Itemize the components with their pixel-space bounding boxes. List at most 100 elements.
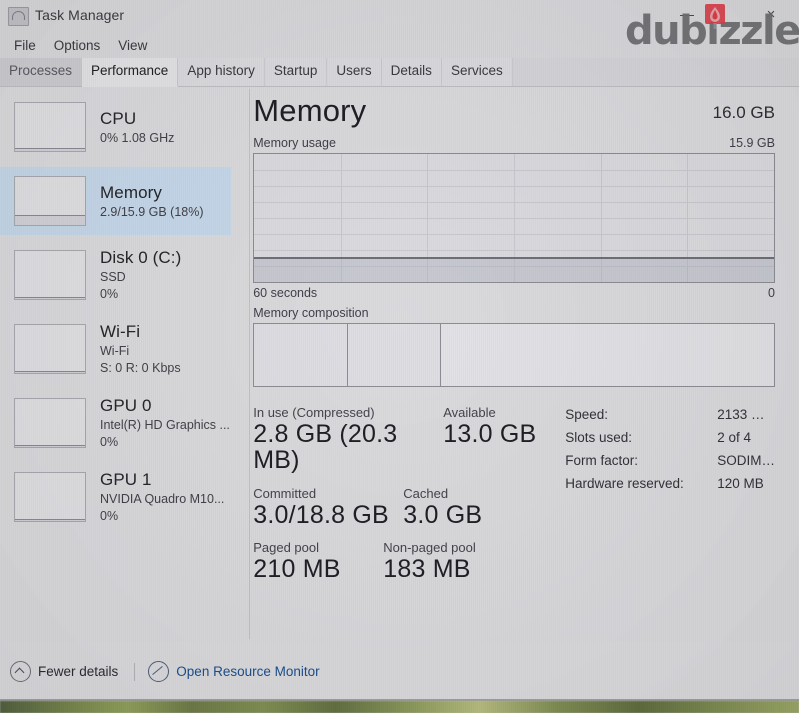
tab-services[interactable]: Services: [441, 58, 513, 86]
photographed-screen: Task Manager × File Options View Process…: [0, 0, 799, 713]
resource-monitor-icon: [148, 661, 170, 682]
resource-sidebar: CPU 0% 1.08 GHz Memory 2.9/15.9 GB (18%)…: [0, 87, 232, 643]
sidebar-item-gpu1-line2: 0%: [100, 509, 119, 524]
menu-bar: File Options View: [0, 32, 799, 58]
sidebar-item-disk0-line1: SSD: [100, 270, 126, 285]
minimize-button[interactable]: [667, 0, 707, 30]
sidebar-item-wifi-line2: S: 0 R: 0 Kbps: [100, 361, 181, 376]
sidebar-item-memory[interactable]: Memory 2.9/15.9 GB (18%): [0, 167, 232, 235]
detail-slots-used-value: 2 of 4: [717, 430, 752, 445]
close-button[interactable]: ×: [751, 0, 791, 30]
sidebar-item-gpu1-title: GPU 1: [100, 470, 152, 490]
wifi-thumbnail-graph: [14, 324, 86, 374]
stat-available-value: 13.0 GB: [443, 420, 537, 448]
stat-available: Available 13.0 GB: [443, 405, 536, 474]
composition-segment-modified: [347, 324, 442, 386]
desktop-wallpaper-strip: [0, 701, 799, 713]
stat-cached: Cached 3.0 GB: [403, 486, 482, 528]
hardware-details: Speed: 2133 … Slots used: 2 of 4 Form fa…: [553, 405, 775, 594]
memory-usage-graph: [253, 153, 775, 283]
detail-row-form-factor: Form factor: SODIM…: [565, 453, 775, 468]
stat-in-use: In use (Compressed) 2.8 GB (20.3 MB): [253, 405, 443, 474]
detail-row-slots-used: Slots used: 2 of 4: [565, 430, 775, 445]
usage-graph-axis: 60 seconds 0: [253, 286, 775, 300]
stat-cached-label: Cached: [403, 485, 449, 501]
sidebar-item-wifi-line1: Wi-Fi: [100, 344, 130, 359]
sidebar-item-gpu1-line1: NVIDIA Quadro M10...: [100, 492, 225, 507]
sidebar-item-gpu0-line2: 0%: [100, 435, 119, 450]
page-title: Memory: [253, 93, 367, 128]
status-bar: Fewer details Open Resource Monitor: [0, 642, 799, 701]
chevron-up-icon: [10, 661, 31, 682]
detail-slots-used-key: Slots used:: [565, 430, 633, 445]
sidebar-item-disk0-title: Disk 0 (C:): [100, 248, 182, 268]
minimize-icon: [680, 14, 694, 16]
menu-item-options[interactable]: Options: [46, 35, 109, 56]
memory-detail-panel: Memory 16.0 GB Memory usage 15.9 GB 60 s…: [231, 87, 799, 643]
task-manager-window: Task Manager × File Options View Process…: [0, 0, 799, 701]
sidebar-item-memory-line1: 2.9/15.9 GB (18%): [100, 204, 204, 219]
tab-app-history[interactable]: App history: [178, 58, 265, 86]
stat-paged-pool-label: Paged pool: [253, 539, 320, 555]
stat-non-paged-pool: Non-paged pool 183 MB: [383, 540, 476, 582]
total-memory-label: 16.0 GB: [712, 103, 775, 122]
stat-non-paged-pool-value: 183 MB: [383, 554, 471, 583]
panel-header: Memory 16.0 GB: [253, 95, 775, 126]
tab-startup[interactable]: Startup: [264, 58, 328, 86]
stat-non-paged-pool-label: Non-paged pool: [383, 539, 476, 555]
stat-cached-value: 3.0 GB: [403, 500, 483, 529]
fewer-details-button[interactable]: Fewer details: [10, 661, 118, 682]
axis-label-right: 0: [768, 286, 775, 300]
sidebar-item-gpu1[interactable]: GPU 1 NVIDIA Quadro M10... 0%: [0, 463, 231, 531]
memory-usage-area: [254, 258, 774, 282]
tab-performance[interactable]: Performance: [82, 58, 179, 87]
menu-item-file[interactable]: File: [6, 35, 44, 56]
tab-strip: Processes Performance App history Startu…: [0, 58, 799, 87]
usage-graph-max-label: 15.9 GB: [729, 136, 775, 150]
composition-segment-standby: [441, 324, 774, 386]
tab-processes[interactable]: Processes: [0, 58, 83, 86]
title-bar: Task Manager ×: [0, 0, 799, 32]
detail-hardware-reserved-value: 120 MB: [717, 476, 764, 491]
sidebar-item-gpu0[interactable]: GPU 0 Intel(R) HD Graphics ... 0%: [0, 389, 231, 457]
tab-strip-filler: [512, 58, 799, 86]
stat-committed: Committed 3.0/18.8 GB: [253, 486, 403, 528]
sidebar-item-gpu0-title: GPU 0: [100, 396, 152, 416]
gpu0-thumbnail-graph: [14, 398, 86, 448]
sidebar-item-gpu0-line1: Intel(R) HD Graphics ...: [100, 418, 230, 433]
stat-row-pools: Paged pool 210 MB Non-paged pool 183 MB: [253, 540, 553, 582]
sidebar-item-cpu-line1: 0% 1.08 GHz: [100, 130, 175, 145]
axis-label-left: 60 seconds: [253, 286, 318, 300]
fewer-details-label: Fewer details: [38, 664, 119, 679]
sidebar-item-memory-title: Memory: [100, 182, 162, 202]
detail-hardware-reserved-key: Hardware reserved:: [565, 476, 684, 491]
tab-users[interactable]: Users: [327, 58, 382, 86]
detail-speed-value: 2133 …: [717, 407, 765, 422]
maximize-button[interactable]: [709, 0, 749, 30]
detail-row-hardware-reserved: Hardware reserved: 120 MB: [565, 476, 775, 491]
composition-segment-in-use: [254, 324, 348, 386]
open-resource-monitor-label: Open Resource Monitor: [176, 664, 320, 679]
detail-form-factor-key: Form factor:: [565, 453, 638, 468]
stat-paged-pool-value: 210 MB: [253, 554, 341, 583]
memory-composition-bar[interactable]: [253, 323, 775, 387]
detail-form-factor-value: SODIM…: [717, 453, 775, 468]
tab-details[interactable]: Details: [381, 58, 442, 86]
sidebar-item-disk0[interactable]: Disk 0 (C:) SSD 0%: [0, 241, 231, 309]
gpu1-thumbnail-graph: [14, 472, 86, 522]
composition-caption: Memory composition: [253, 306, 775, 320]
open-resource-monitor-link[interactable]: Open Resource Monitor: [148, 661, 320, 682]
stat-paged-pool: Paged pool 210 MB: [253, 540, 383, 582]
usage-graph-label: Memory usage: [253, 136, 336, 150]
memory-usage-line: [254, 257, 774, 259]
detail-speed-key: Speed:: [565, 407, 609, 422]
task-manager-icon: [8, 7, 29, 26]
sidebar-item-cpu-title: CPU: [100, 108, 137, 128]
memory-thumbnail-graph: [14, 176, 86, 226]
content-area: CPU 0% 1.08 GHz Memory 2.9/15.9 GB (18%)…: [0, 87, 799, 643]
sidebar-item-wifi[interactable]: Wi-Fi Wi-Fi S: 0 R: 0 Kbps: [0, 315, 231, 383]
sidebar-item-wifi-title: Wi-Fi: [100, 322, 141, 342]
window-title: Task Manager: [35, 7, 125, 23]
menu-item-view[interactable]: View: [110, 35, 155, 56]
sidebar-item-cpu[interactable]: CPU 0% 1.08 GHz: [0, 93, 231, 161]
